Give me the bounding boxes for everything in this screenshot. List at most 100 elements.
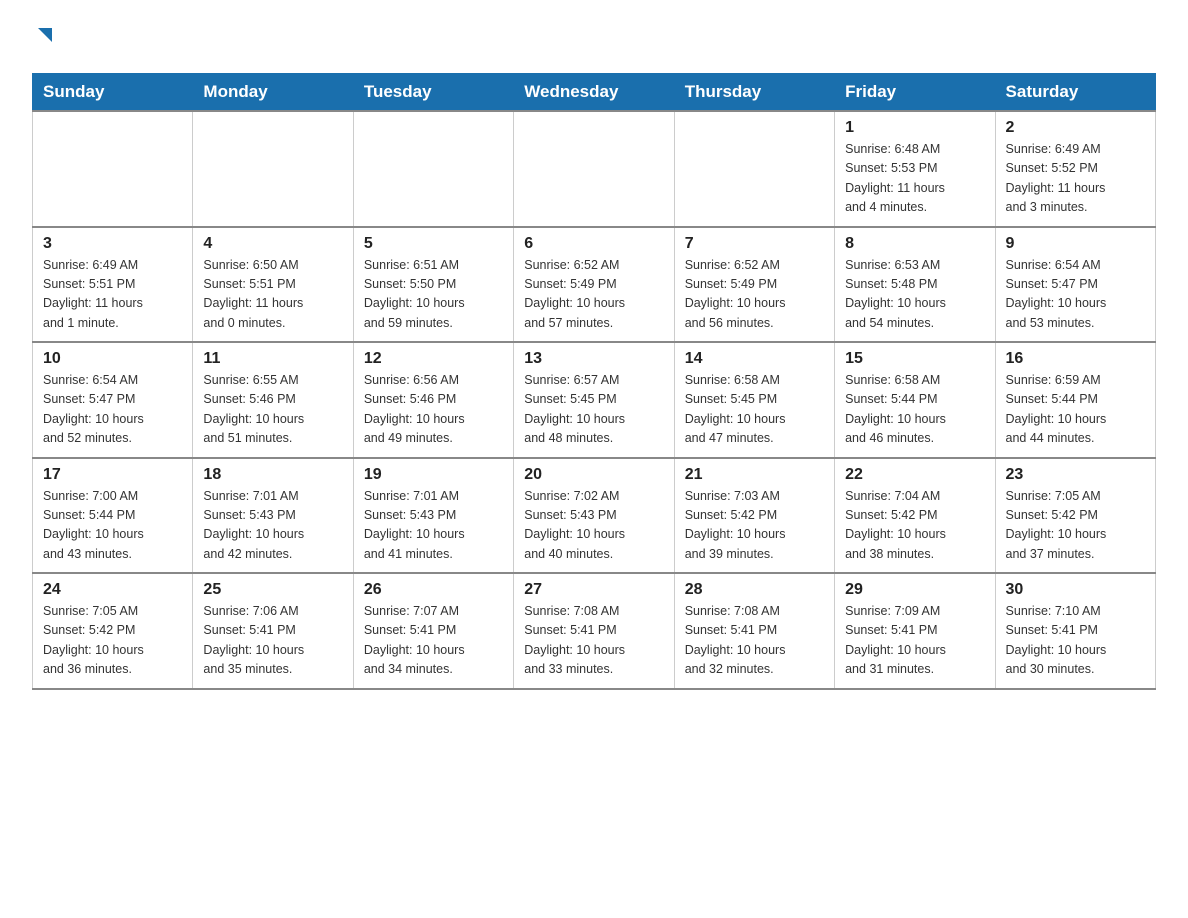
calendar-cell <box>674 111 834 227</box>
weekday-header-sunday: Sunday <box>33 74 193 112</box>
day-info: Sunrise: 7:01 AM Sunset: 5:43 PM Dayligh… <box>364 487 503 565</box>
weekday-header-monday: Monday <box>193 74 353 112</box>
day-number: 11 <box>203 350 342 368</box>
day-number: 21 <box>685 466 824 484</box>
day-number: 28 <box>685 581 824 599</box>
day-number: 13 <box>524 350 663 368</box>
calendar-week-row: 17 Sunrise: 7:00 AM Sunset: 5:44 PM Dayli… <box>33 458 1156 574</box>
day-number: 26 <box>364 581 503 599</box>
calendar-cell: 30Sunrise: 7:10 AM Sunset: 5:41 PM Dayli… <box>995 573 1155 689</box>
calendar-cell: 3Sunrise: 6:49 AM Sunset: 5:51 PM Daylig… <box>33 227 193 343</box>
calendar-cell: 27 Sunrise: 7:08 AM Sunset: 5:41 PM Dayli… <box>514 573 674 689</box>
day-number: 20 <box>524 466 663 484</box>
day-number: 23 <box>1006 466 1145 484</box>
calendar-cell <box>353 111 513 227</box>
day-number: 6 <box>524 235 663 253</box>
day-number: 14 <box>685 350 824 368</box>
day-number: 2 <box>1006 119 1145 137</box>
calendar-cell: 19 Sunrise: 7:01 AM Sunset: 5:43 PM Dayli… <box>353 458 513 574</box>
calendar-cell: 29Sunrise: 7:09 AM Sunset: 5:41 PM Dayli… <box>835 573 995 689</box>
day-info: Sunrise: 6:53 AM Sunset: 5:48 PM Dayligh… <box>845 256 984 334</box>
day-number: 1 <box>845 119 984 137</box>
day-number: 7 <box>685 235 824 253</box>
day-number: 17 <box>43 466 182 484</box>
day-info: Sunrise: 7:08 AM Sunset: 5:41 PM Dayligh… <box>524 602 663 680</box>
weekday-header-wednesday: Wednesday <box>514 74 674 112</box>
day-info: Sunrise: 6:51 AM Sunset: 5:50 PM Dayligh… <box>364 256 503 334</box>
day-number: 12 <box>364 350 503 368</box>
day-number: 19 <box>364 466 503 484</box>
calendar-cell: 4 Sunrise: 6:50 AM Sunset: 5:51 PM Daylig… <box>193 227 353 343</box>
day-number: 5 <box>364 235 503 253</box>
day-number: 8 <box>845 235 984 253</box>
calendar-cell: 10 Sunrise: 6:54 AM Sunset: 5:47 PM Dayli… <box>33 342 193 458</box>
day-info: Sunrise: 7:10 AM Sunset: 5:41 PM Dayligh… <box>1006 602 1145 680</box>
day-info: Sunrise: 6:52 AM Sunset: 5:49 PM Dayligh… <box>685 256 824 334</box>
day-number: 18 <box>203 466 342 484</box>
day-info: Sunrise: 6:54 AM Sunset: 5:47 PM Dayligh… <box>1006 256 1145 334</box>
calendar-week-row: 3Sunrise: 6:49 AM Sunset: 5:51 PM Daylig… <box>33 227 1156 343</box>
calendar-cell: 14 Sunrise: 6:58 AM Sunset: 5:45 PM Dayli… <box>674 342 834 458</box>
day-info: Sunrise: 6:58 AM Sunset: 5:44 PM Dayligh… <box>845 371 984 449</box>
logo-arrow-icon <box>34 24 56 46</box>
weekday-header-friday: Friday <box>835 74 995 112</box>
day-number: 16 <box>1006 350 1145 368</box>
calendar-cell <box>33 111 193 227</box>
calendar-cell: 15 Sunrise: 6:58 AM Sunset: 5:44 PM Dayli… <box>835 342 995 458</box>
day-info: Sunrise: 7:01 AM Sunset: 5:43 PM Dayligh… <box>203 487 342 565</box>
day-info: Sunrise: 6:52 AM Sunset: 5:49 PM Dayligh… <box>524 256 663 334</box>
calendar-cell: 5 Sunrise: 6:51 AM Sunset: 5:50 PM Daylig… <box>353 227 513 343</box>
calendar-cell: 20 Sunrise: 7:02 AM Sunset: 5:43 PM Dayli… <box>514 458 674 574</box>
page-header <box>32 24 1156 55</box>
day-info: Sunrise: 6:59 AM Sunset: 5:44 PM Dayligh… <box>1006 371 1145 449</box>
day-number: 22 <box>845 466 984 484</box>
weekday-header-thursday: Thursday <box>674 74 834 112</box>
day-info: Sunrise: 7:03 AM Sunset: 5:42 PM Dayligh… <box>685 487 824 565</box>
day-info: Sunrise: 7:07 AM Sunset: 5:41 PM Dayligh… <box>364 602 503 680</box>
calendar-cell: 25 Sunrise: 7:06 AM Sunset: 5:41 PM Dayli… <box>193 573 353 689</box>
calendar-cell: 23 Sunrise: 7:05 AM Sunset: 5:42 PM Dayli… <box>995 458 1155 574</box>
calendar-cell: 21 Sunrise: 7:03 AM Sunset: 5:42 PM Dayli… <box>674 458 834 574</box>
calendar-cell: 22 Sunrise: 7:04 AM Sunset: 5:42 PM Dayli… <box>835 458 995 574</box>
weekday-header-row: SundayMondayTuesdayWednesdayThursdayFrid… <box>33 74 1156 112</box>
day-info: Sunrise: 6:49 AM Sunset: 5:51 PM Dayligh… <box>43 256 182 334</box>
day-info: Sunrise: 7:04 AM Sunset: 5:42 PM Dayligh… <box>845 487 984 565</box>
calendar-cell: 11 Sunrise: 6:55 AM Sunset: 5:46 PM Dayli… <box>193 342 353 458</box>
calendar-cell: 16 Sunrise: 6:59 AM Sunset: 5:44 PM Dayli… <box>995 342 1155 458</box>
calendar-cell: 13 Sunrise: 6:57 AM Sunset: 5:45 PM Dayli… <box>514 342 674 458</box>
calendar-cell: 8 Sunrise: 6:53 AM Sunset: 5:48 PM Daylig… <box>835 227 995 343</box>
calendar-cell: 7 Sunrise: 6:52 AM Sunset: 5:49 PM Daylig… <box>674 227 834 343</box>
calendar-week-row: 24 Sunrise: 7:05 AM Sunset: 5:42 PM Dayli… <box>33 573 1156 689</box>
day-info: Sunrise: 7:00 AM Sunset: 5:44 PM Dayligh… <box>43 487 182 565</box>
calendar-cell: 12 Sunrise: 6:56 AM Sunset: 5:46 PM Dayli… <box>353 342 513 458</box>
day-number: 4 <box>203 235 342 253</box>
day-number: 15 <box>845 350 984 368</box>
calendar-cell: 26 Sunrise: 7:07 AM Sunset: 5:41 PM Dayli… <box>353 573 513 689</box>
day-number: 25 <box>203 581 342 599</box>
calendar-cell: 28Sunrise: 7:08 AM Sunset: 5:41 PM Dayli… <box>674 573 834 689</box>
calendar-cell: 24 Sunrise: 7:05 AM Sunset: 5:42 PM Dayli… <box>33 573 193 689</box>
calendar-cell: 17 Sunrise: 7:00 AM Sunset: 5:44 PM Dayli… <box>33 458 193 574</box>
day-info: Sunrise: 6:54 AM Sunset: 5:47 PM Dayligh… <box>43 371 182 449</box>
calendar-week-row: 10 Sunrise: 6:54 AM Sunset: 5:47 PM Dayli… <box>33 342 1156 458</box>
day-info: Sunrise: 6:49 AM Sunset: 5:52 PM Dayligh… <box>1006 140 1145 218</box>
day-info: Sunrise: 6:50 AM Sunset: 5:51 PM Dayligh… <box>203 256 342 334</box>
calendar-cell: 2 Sunrise: 6:49 AM Sunset: 5:52 PM Daylig… <box>995 111 1155 227</box>
calendar-cell <box>193 111 353 227</box>
day-info: Sunrise: 7:05 AM Sunset: 5:42 PM Dayligh… <box>1006 487 1145 565</box>
day-info: Sunrise: 7:05 AM Sunset: 5:42 PM Dayligh… <box>43 602 182 680</box>
day-info: Sunrise: 6:55 AM Sunset: 5:46 PM Dayligh… <box>203 371 342 449</box>
day-info: Sunrise: 6:58 AM Sunset: 5:45 PM Dayligh… <box>685 371 824 449</box>
day-info: Sunrise: 7:02 AM Sunset: 5:43 PM Dayligh… <box>524 487 663 565</box>
day-number: 24 <box>43 581 182 599</box>
day-number: 29 <box>845 581 984 599</box>
calendar-cell <box>514 111 674 227</box>
day-info: Sunrise: 7:06 AM Sunset: 5:41 PM Dayligh… <box>203 602 342 680</box>
day-info: Sunrise: 6:57 AM Sunset: 5:45 PM Dayligh… <box>524 371 663 449</box>
day-number: 10 <box>43 350 182 368</box>
weekday-header-saturday: Saturday <box>995 74 1155 112</box>
day-number: 27 <box>524 581 663 599</box>
day-info: Sunrise: 6:56 AM Sunset: 5:46 PM Dayligh… <box>364 371 503 449</box>
calendar-week-row: 1 Sunrise: 6:48 AM Sunset: 5:53 PM Daylig… <box>33 111 1156 227</box>
day-info: Sunrise: 6:48 AM Sunset: 5:53 PM Dayligh… <box>845 140 984 218</box>
